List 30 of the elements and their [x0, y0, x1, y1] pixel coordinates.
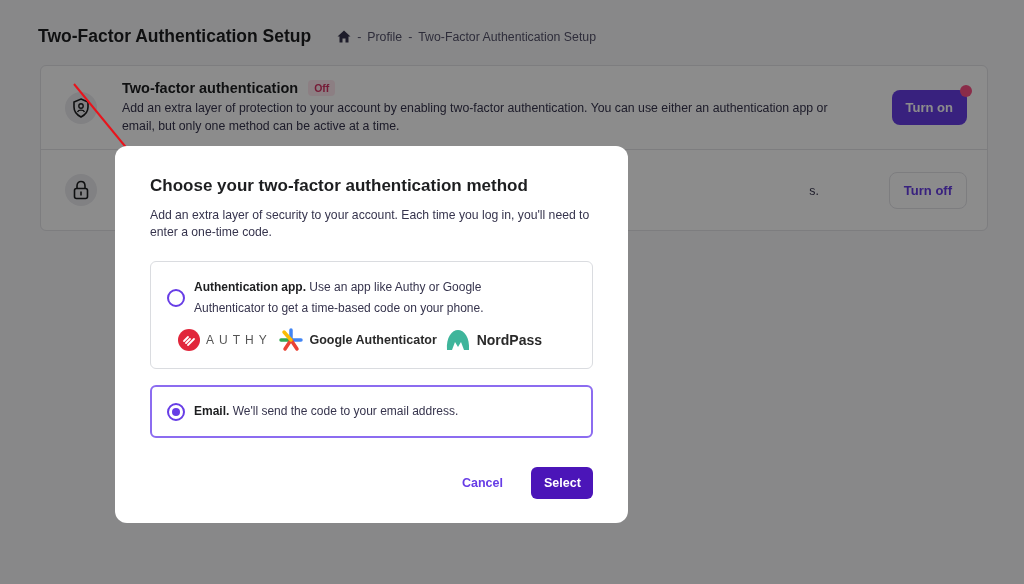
breadcrumb-separator: - — [357, 29, 362, 44]
radio-button[interactable] — [167, 402, 185, 421]
dialog-description: Add an extra layer of security to your account. Each time you log in, you'll need to enter a one-time code. — [150, 207, 591, 241]
dialog-title: Choose your two-factor authentication method — [150, 176, 529, 196]
cancel-button[interactable]: Cancel — [460, 468, 505, 498]
app-name: Google Authenticator — [309, 333, 437, 347]
turn-on-button[interactable]: Turn on — [891, 90, 967, 125]
shield-icon — [72, 97, 90, 118]
lock-icon — [73, 180, 89, 200]
method-option[interactable]: Authentication app. Use an app like Authy or Google Authenticator to get a time-based code on your phone. AUTHY Google Authenticator NordPass — [150, 261, 593, 369]
home-icon[interactable] — [337, 30, 352, 43]
app-name: NordPass — [476, 332, 542, 348]
breadcrumb-link[interactable]: Two-Factor Authentication Setup — [418, 29, 596, 44]
option-description: Authentication app. Use an app like Authy or Google Authenticator to get a time-based code on your phone. — [194, 279, 485, 317]
turn-off-button[interactable]: Turn off — [888, 171, 967, 209]
app-name: AUTHY — [206, 333, 272, 347]
radio-button[interactable] — [167, 289, 185, 307]
status-badge: Off — [308, 80, 336, 96]
page-title: Two-Factor Authentication Setup — [38, 26, 312, 47]
breadcrumb-separator: - — [408, 29, 413, 44]
method-option[interactable]: Email. We'll send the code to your email address. — [150, 385, 593, 438]
mountain-logo-icon — [444, 329, 471, 351]
authy-logo-icon — [178, 329, 200, 351]
option-description: Email. We'll send the code to your email address. — [194, 403, 459, 420]
asterisk-logo-icon — [279, 328, 304, 352]
select-button[interactable]: Select — [531, 467, 593, 499]
setting-description: Add an extra layer of protection to your account by enabling two-factor authentication. You can use either an authentication app or email, but only one method can be active at a time. — [122, 100, 829, 135]
setting-title: Two-factor authentication — [122, 80, 299, 96]
setting-description: s. — [809, 182, 819, 200]
breadcrumb-link[interactable]: Profile — [367, 29, 403, 44]
